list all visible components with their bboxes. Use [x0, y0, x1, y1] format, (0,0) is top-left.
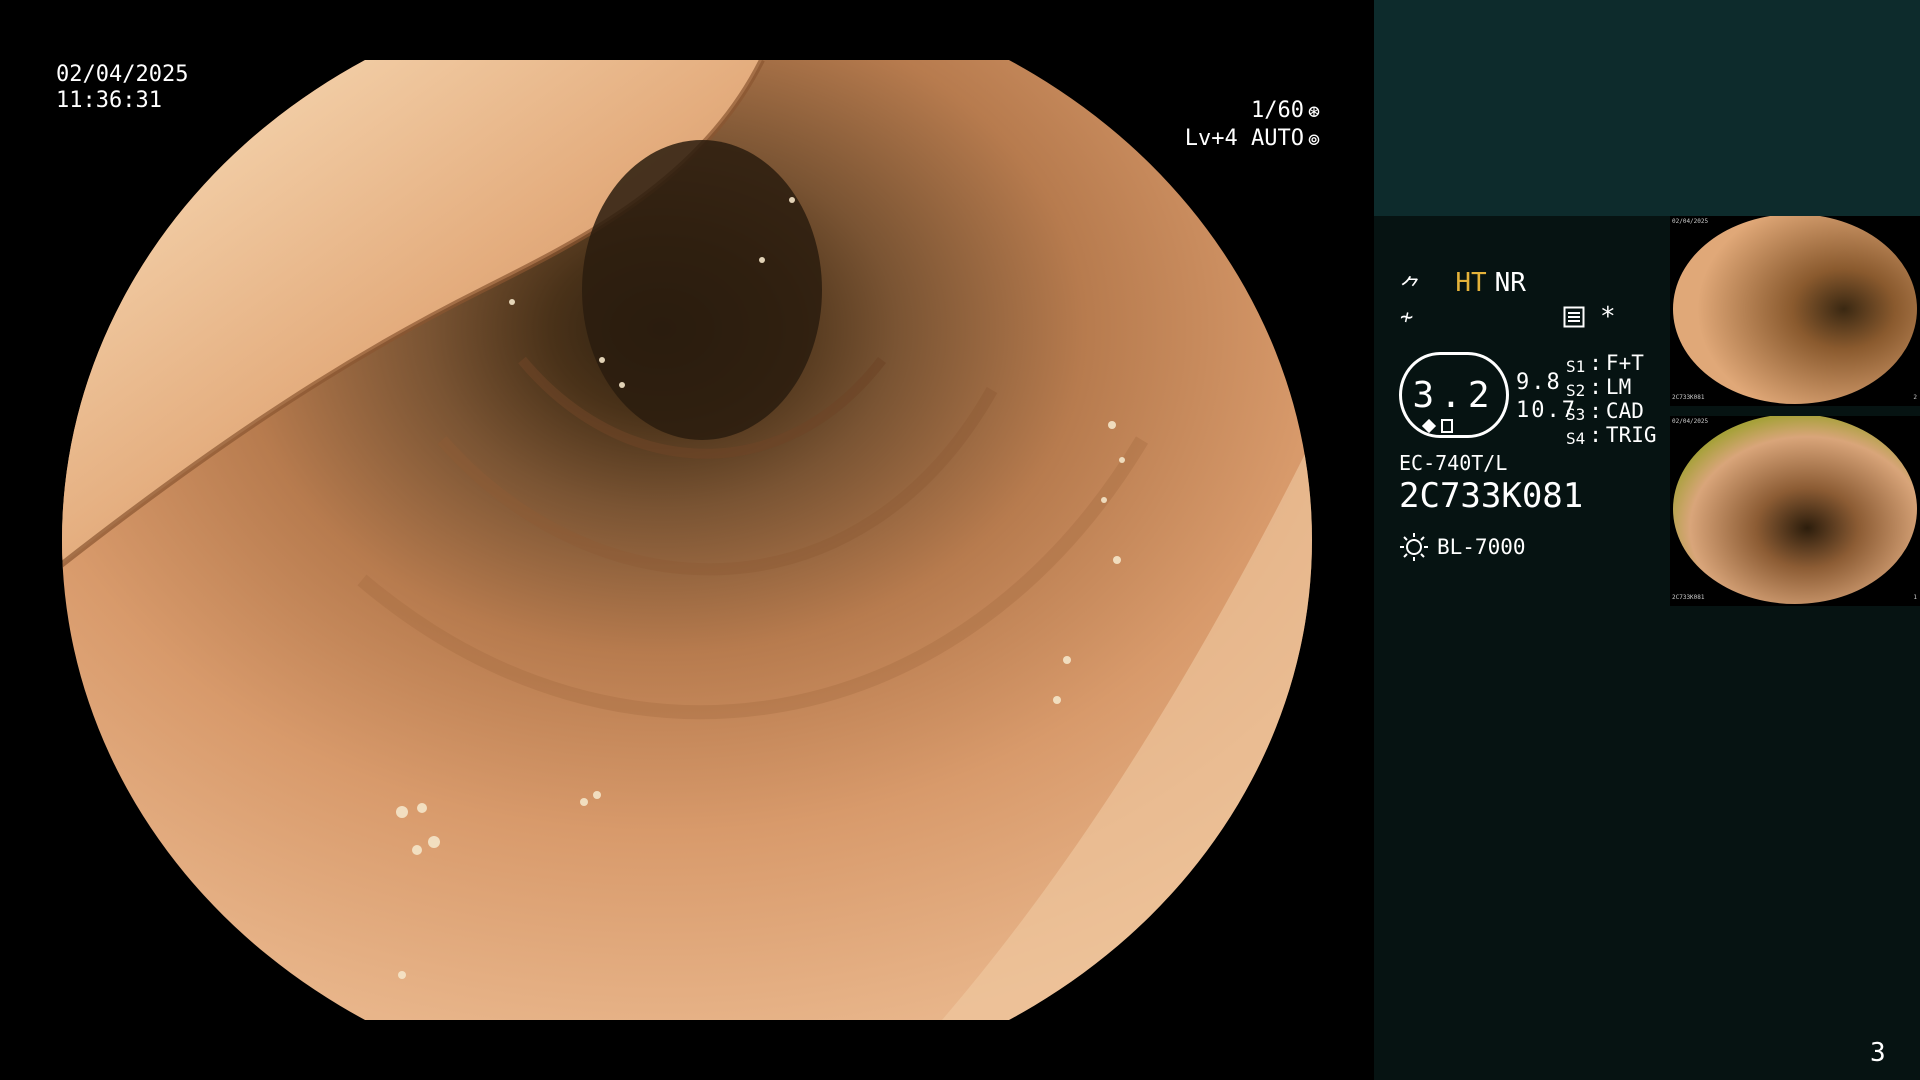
record-icon: [1563, 306, 1585, 332]
captured-thumbnail[interactable]: 02/04/2025 2C733K081 1: [1670, 416, 1920, 606]
panel-header-area: [1374, 0, 1920, 216]
scope-value-a: 9.8: [1516, 370, 1562, 395]
iris-mode: Lv+4 AUTO ⊚: [1150, 126, 1320, 152]
switch-key: S4: [1566, 429, 1586, 448]
shutter-speed-text: 1/60: [1250, 98, 1304, 123]
thumbnail-serial: 2C733K081: [1672, 594, 1705, 601]
light-source-icon: [1400, 533, 1428, 561]
light-source-model: BL-7000: [1437, 535, 1526, 559]
shutter-speed: 1/60 ⊛: [1150, 98, 1320, 124]
shutter-icon: ⊛: [1307, 99, 1320, 123]
thumbnail-index: 2: [1913, 394, 1917, 401]
switch-value: TRIG: [1605, 423, 1657, 447]
mode-ht-label: HT: [1455, 268, 1487, 298]
thumbnail-date: 02/04/2025: [1672, 218, 1709, 225]
iris-icon: ⊚: [1307, 127, 1320, 151]
image-mode-indicator: HT NR: [1424, 244, 1526, 296]
zoom-badge: 3.2: [1399, 352, 1509, 438]
iris-mode-text: Lv+4 AUTO: [1184, 126, 1304, 151]
mode-nr-label: NR: [1494, 268, 1526, 298]
thumbnail-index: 1: [1913, 594, 1917, 601]
scope-serial-number: 2C733K081: [1399, 476, 1584, 516]
captured-thumbnail[interactable]: 02/04/2025 2C733K081 2: [1670, 216, 1920, 406]
color-enhance-icon: ≁: [1400, 305, 1414, 330]
structure-enhance-icon: ⺈: [1400, 276, 1423, 301]
thumbnail-date: 02/04/2025: [1672, 418, 1709, 425]
light-source-row: BL-7000: [1399, 532, 1526, 562]
zoom-value: 3.2: [1412, 374, 1496, 416]
exam-date: 02/04/2025: [56, 62, 189, 87]
exam-time: 11:36:31: [56, 88, 162, 113]
thumbnail-serial: 2C733K081: [1672, 394, 1705, 401]
scope-model: EC-740T/L: [1399, 451, 1508, 475]
page-number: 3: [1870, 1038, 1886, 1068]
switch-s4: S4: TRIG: [1566, 422, 1657, 452]
zoom-mark-icon: [1422, 419, 1453, 433]
endoscope-live-view: [62, 60, 1312, 1020]
asterisk-icon: *: [1600, 302, 1616, 332]
